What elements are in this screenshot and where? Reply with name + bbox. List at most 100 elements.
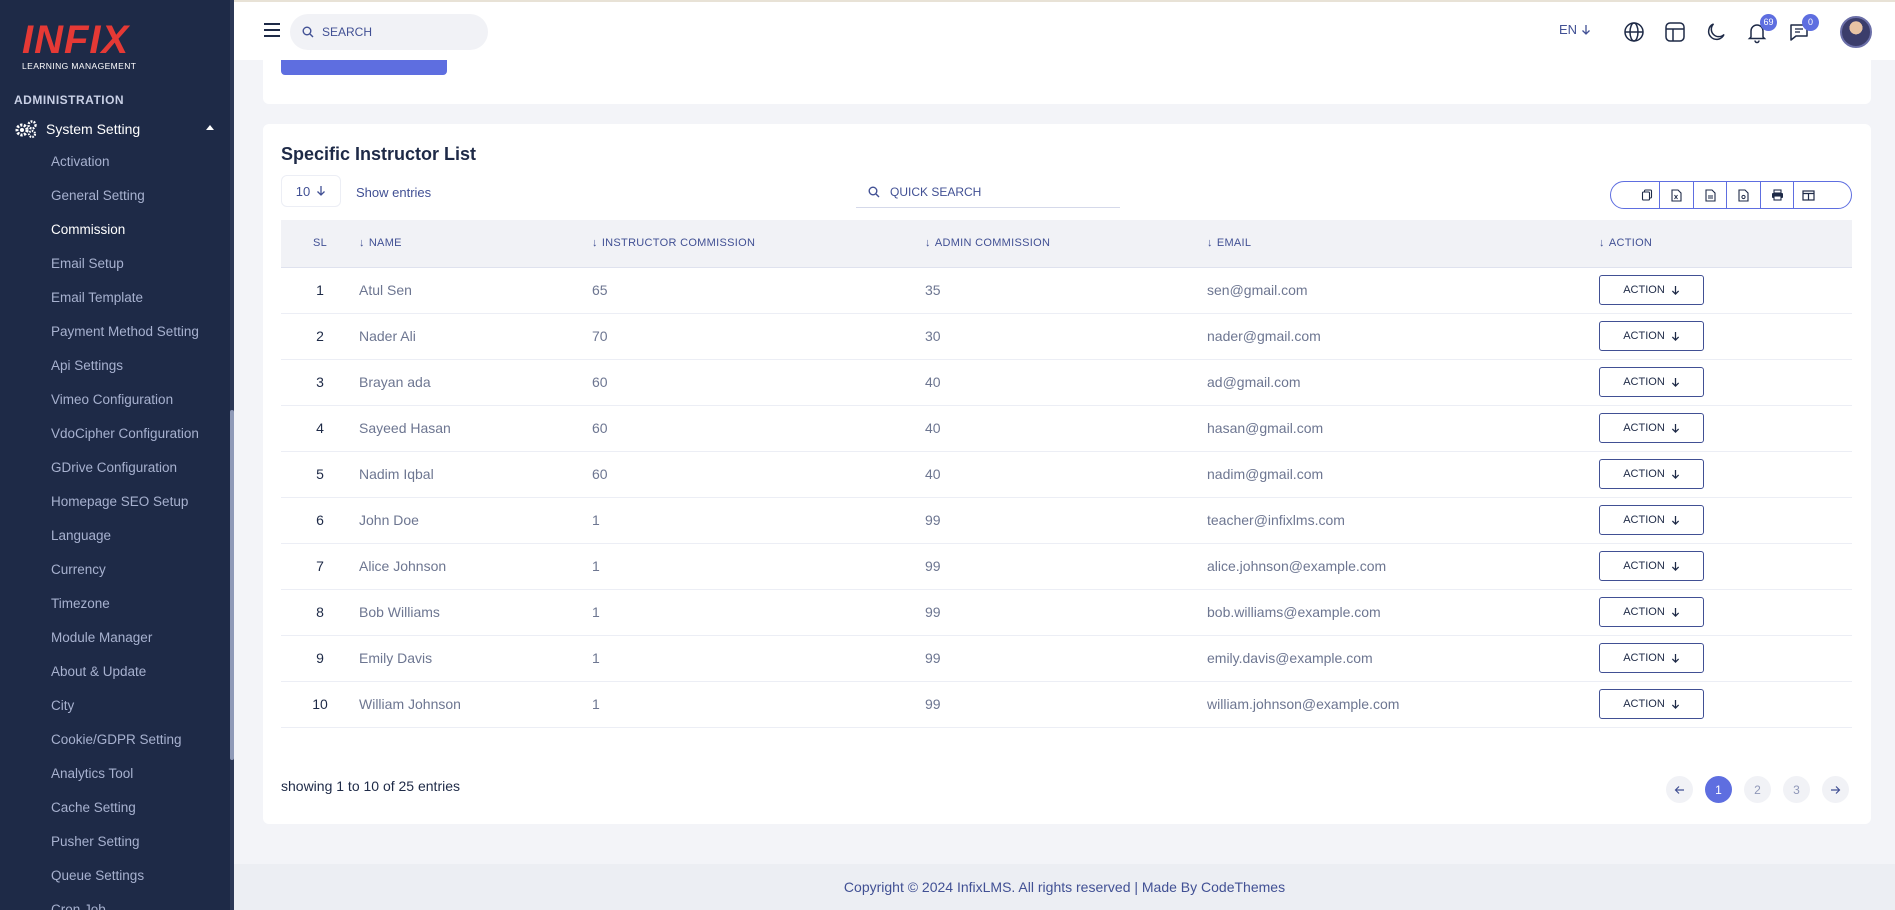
arrow-down-icon xyxy=(317,186,326,196)
cell-sl: 4 xyxy=(316,420,324,436)
entries-per-page-select[interactable]: 10 xyxy=(281,175,341,207)
cell-action: ACTION xyxy=(1599,359,1852,405)
sidebar-scrollbar[interactable] xyxy=(230,0,234,910)
sidebar-item-email-template[interactable]: Email Template xyxy=(51,288,199,322)
table-row: 8 Bob Williams 1 99 bob.williams@example.com… xyxy=(281,589,1852,635)
sidebar-item-homepage-seo-setup[interactable]: Homepage SEO Setup xyxy=(51,492,199,526)
dark-mode-moon-icon[interactable] xyxy=(1704,20,1728,44)
table-row: 7 Alice Johnson 1 99 alice.johnson@example.c… xyxy=(281,543,1852,589)
notifications-button[interactable]: 69 xyxy=(1745,14,1777,44)
sidebar-item-gdrive-configuration[interactable]: GDrive Configuration xyxy=(51,458,199,492)
cell-instructor-commission: 60 xyxy=(592,420,608,436)
action-dropdown-button[interactable]: ACTION xyxy=(1599,459,1704,489)
csv-export-button[interactable] xyxy=(1694,182,1728,208)
cell-action: ACTION xyxy=(1599,405,1852,451)
messages-button[interactable]: 0 xyxy=(1787,14,1819,44)
action-label: ACTION xyxy=(1623,652,1665,664)
pdf-export-button[interactable] xyxy=(1727,182,1761,208)
cell-admin-commission: 40 xyxy=(925,420,941,436)
update-button[interactable] xyxy=(281,60,447,75)
sidebar-item-vimeo-configuration[interactable]: Vimeo Configuration xyxy=(51,390,199,424)
cell-sl: 3 xyxy=(316,374,324,390)
sidebar-item-city[interactable]: City xyxy=(51,696,199,730)
arrow-down-icon xyxy=(1671,607,1679,617)
action-label: ACTION xyxy=(1623,560,1665,572)
cell-email: sen@gmail.com xyxy=(1207,282,1308,298)
language-selector[interactable]: EN xyxy=(1559,22,1591,37)
action-dropdown-button[interactable]: ACTION xyxy=(1599,551,1704,581)
cell-email: nader@gmail.com xyxy=(1207,328,1321,344)
next-page-button[interactable] xyxy=(1822,776,1849,803)
search-box[interactable] xyxy=(290,14,488,50)
action-dropdown-button[interactable]: ACTION xyxy=(1599,367,1704,397)
brand-logo[interactable]: INFIX LEARNING MANAGEMENT xyxy=(22,20,136,71)
sidebar-item-commission[interactable]: Commission xyxy=(51,220,199,254)
column-header-email[interactable]: ↓ EMAIL xyxy=(1207,220,1599,268)
sidebar-item-cache-setting[interactable]: Cache Setting xyxy=(51,798,199,832)
sidebar-item-system-setting[interactable]: System Setting xyxy=(14,118,214,140)
entries-value: 10 xyxy=(295,183,311,199)
action-dropdown-button[interactable]: ACTION xyxy=(1599,275,1704,305)
hamburger-menu-icon[interactable] xyxy=(264,23,280,37)
excel-export-button[interactable] xyxy=(1660,182,1694,208)
gears-icon xyxy=(15,120,37,139)
cell-email: alice.johnson@example.com xyxy=(1207,558,1387,574)
page-button-1[interactable]: 1 xyxy=(1705,776,1732,803)
cell-admin-commission: 99 xyxy=(925,696,941,712)
layout-icon[interactable] xyxy=(1663,20,1687,44)
cell-admin-commission: 99 xyxy=(925,558,941,574)
sidebar-item-cron-job[interactable]: Cron Job xyxy=(51,900,199,910)
column-header-instructor-commission[interactable]: ↓ INSTRUCTOR COMMISSION xyxy=(592,220,925,268)
table-row: 4 Sayeed Hasan 60 40 hasan@gmail.com ACTION xyxy=(281,405,1852,451)
column-header-action[interactable]: ↓ ACTION xyxy=(1599,220,1852,268)
copy-button[interactable] xyxy=(1611,182,1661,208)
print-button[interactable] xyxy=(1761,182,1795,208)
user-avatar[interactable] xyxy=(1840,16,1872,48)
search-input[interactable] xyxy=(322,25,472,39)
table-row: 3 Brayan ada 60 40 ad@gmail.com ACTION xyxy=(281,359,1852,405)
page-button-2[interactable]: 2 xyxy=(1744,776,1771,803)
column-header-sl[interactable]: SL xyxy=(281,220,359,268)
sidebar-item-about-update[interactable]: About & Update xyxy=(51,662,199,696)
page-button-3[interactable]: 3 xyxy=(1783,776,1810,803)
sidebar-item-analytics-tool[interactable]: Analytics Tool xyxy=(51,764,199,798)
cell-instructor-commission: 1 xyxy=(592,696,600,712)
quick-search[interactable] xyxy=(856,176,1120,208)
sidebar-item-general-setting[interactable]: General Setting xyxy=(51,186,199,220)
column-header-name[interactable]: ↓ NAME xyxy=(359,220,592,268)
sidebar-item-email-setup[interactable]: Email Setup xyxy=(51,254,199,288)
sort-arrow-icon: ↓ xyxy=(925,237,931,250)
cell-name: William Johnson xyxy=(359,696,461,712)
sidebar-item-cookie-gdpr-setting[interactable]: Cookie/GDPR Setting xyxy=(51,730,199,764)
top-bar: EN 69 0 xyxy=(234,0,1895,60)
cell-admin-commission: 30 xyxy=(925,328,941,344)
sidebar-item-currency[interactable]: Currency xyxy=(51,560,199,594)
column-header-admin-commission[interactable]: ↓ ADMIN COMMISSION xyxy=(925,220,1207,268)
footer: Copyright © 2024 InfixLMS. All rights re… xyxy=(234,864,1895,910)
sidebar: INFIX LEARNING MANAGEMENT ADMINISTRATION… xyxy=(0,0,234,910)
cell-sl: 8 xyxy=(316,604,324,620)
previous-page-button[interactable] xyxy=(1666,776,1693,803)
action-dropdown-button[interactable]: ACTION xyxy=(1599,413,1704,443)
sidebar-item-language[interactable]: Language xyxy=(51,526,199,560)
sidebar-item-module-manager[interactable]: Module Manager xyxy=(51,628,199,662)
globe-icon[interactable] xyxy=(1622,20,1646,44)
action-dropdown-button[interactable]: ACTION xyxy=(1599,321,1704,351)
sidebar-item-pusher-setting[interactable]: Pusher Setting xyxy=(51,832,199,866)
sidebar-item-api-settings[interactable]: Api Settings xyxy=(51,356,199,390)
cell-instructor-commission: 1 xyxy=(592,650,600,666)
sidebar-item-vdocipher-configuration[interactable]: VdoCipher Configuration xyxy=(51,424,199,458)
quick-search-input[interactable] xyxy=(890,184,1090,199)
sidebar-item-timezone[interactable]: Timezone xyxy=(51,594,199,628)
action-dropdown-button[interactable]: ACTION xyxy=(1599,597,1704,627)
column-visibility-button[interactable] xyxy=(1794,182,1851,208)
sidebar-item-queue-settings[interactable]: Queue Settings xyxy=(51,866,199,900)
cell-name: Nader Ali xyxy=(359,328,416,344)
sidebar-item-payment-method-setting[interactable]: Payment Method Setting xyxy=(51,322,199,356)
action-dropdown-button[interactable]: ACTION xyxy=(1599,643,1704,673)
action-dropdown-button[interactable]: ACTION xyxy=(1599,505,1704,535)
action-dropdown-button[interactable]: ACTION xyxy=(1599,689,1704,719)
copyright-text: Copyright © 2024 InfixLMS. All rights re… xyxy=(843,879,1286,895)
sidebar-item-activation[interactable]: Activation xyxy=(51,152,199,186)
sidebar-scroll-thumb[interactable] xyxy=(230,410,234,760)
